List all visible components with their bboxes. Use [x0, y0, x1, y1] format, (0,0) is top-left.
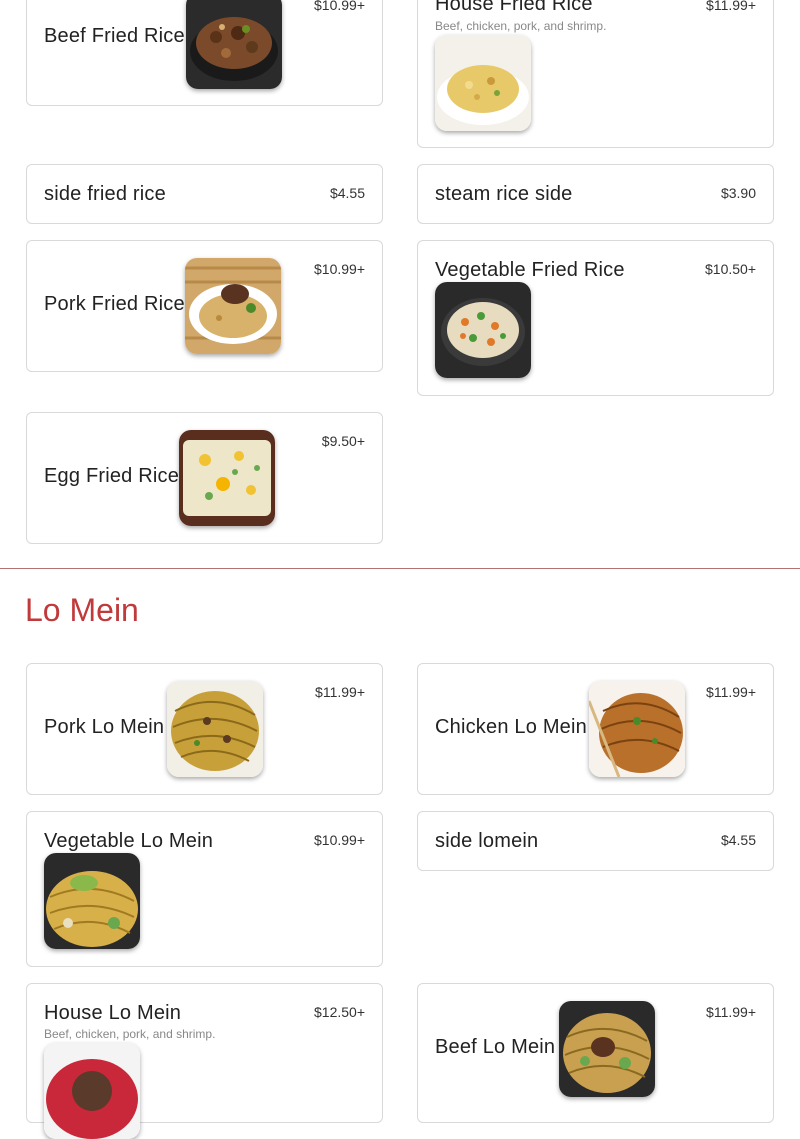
item-price: $11.99+ — [706, 1004, 756, 1020]
item-name: Beef Lo Mein — [435, 1036, 556, 1058]
item-price: $4.55 — [329, 185, 365, 201]
menu-item-chicken-lo-mein[interactable]: Chicken Lo Mein $11.99+ — [417, 663, 774, 795]
item-price: $11.99+ — [315, 684, 365, 700]
menu-item-side-lomein[interactable]: side lomein $4.55 — [417, 811, 774, 871]
item-price: $10.99+ — [314, 261, 365, 277]
menu-item-side-fried-rice[interactable]: side fried rice $4.55 — [26, 164, 383, 224]
menu-item-steam-rice-side[interactable]: steam rice side $3.90 — [417, 164, 774, 224]
menu-item-beef-fried-rice[interactable]: Beef Fried Rice $10.99+ — [26, 0, 383, 106]
menu-item-beef-lo-mein[interactable]: Beef Lo Mein $11.99+ — [417, 983, 774, 1123]
item-name: Egg Fried Rice — [44, 465, 180, 487]
menu-item-house-lo-mein[interactable]: House Lo Mein $12.50+ Beef, chicken, por… — [26, 983, 383, 1139]
item-price: $12.50+ — [314, 1004, 365, 1020]
item-name: side lomein — [435, 830, 539, 852]
item-price: $9.50+ — [321, 433, 365, 449]
section-divider — [0, 568, 800, 569]
food-photo-icon — [44, 1043, 140, 1139]
item-price: $11.99+ — [706, 684, 756, 700]
menu-item-house-fried-rice[interactable]: House Fried Rice $11.99+ Beef, chicken, … — [417, 0, 774, 148]
food-photo-icon — [435, 282, 531, 378]
item-name: House Fried Rice — [435, 0, 593, 15]
food-photo-icon — [179, 430, 275, 526]
menu-item-pork-fried-rice[interactable]: Pork Fried Rice $10.99+ — [26, 240, 383, 372]
item-name: Vegetable Fried Rice — [435, 259, 625, 281]
item-price: $4.55 — [720, 832, 756, 848]
menu-item-vegetable-lo-mein[interactable]: Vegetable Lo Mein $10.99+ — [26, 811, 383, 967]
menu-item-egg-fried-rice[interactable]: Egg Fried Rice $9.50+ — [26, 412, 383, 544]
menu-item-vegetable-fried-rice[interactable]: Vegetable Fried Rice $10.50+ — [417, 240, 774, 396]
item-price: $10.99+ — [314, 0, 365, 13]
item-description: Beef, chicken, pork, and shrimp. — [44, 1027, 216, 1041]
food-photo-icon — [44, 853, 140, 949]
item-price: $10.50+ — [705, 261, 756, 277]
food-photo-icon — [186, 0, 282, 89]
food-photo-icon — [589, 681, 685, 777]
food-photo-icon — [167, 681, 263, 777]
menu-item-pork-lo-mein[interactable]: Pork Lo Mein $11.99+ — [26, 663, 383, 795]
item-name: Pork Lo Mein — [44, 716, 165, 738]
item-name: steam rice side — [435, 183, 573, 205]
item-price: $11.99+ — [706, 0, 756, 13]
item-description: Beef, chicken, pork, and shrimp. — [435, 19, 607, 33]
food-photo-icon — [185, 258, 281, 354]
item-price: $10.99+ — [314, 832, 365, 848]
food-photo-icon — [435, 35, 531, 131]
item-name: Chicken Lo Mein — [435, 716, 587, 738]
item-name: Vegetable Lo Mein — [44, 830, 214, 852]
item-name: Pork Fried Rice — [44, 293, 185, 315]
item-price: $3.90 — [720, 185, 756, 201]
food-photo-icon — [559, 1001, 655, 1097]
section-title-lo-mein: Lo Mein — [25, 592, 139, 628]
item-name: side fried rice — [44, 183, 166, 205]
item-name: House Lo Mein — [44, 1002, 182, 1024]
item-name: Beef Fried Rice — [44, 25, 185, 47]
